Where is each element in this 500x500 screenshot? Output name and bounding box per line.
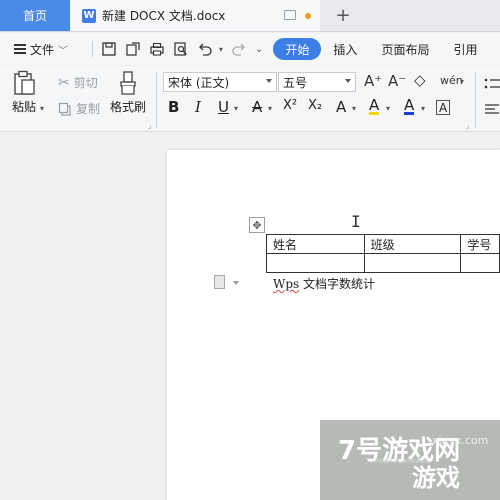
tab-page-layout[interactable]: 页面布局 [369, 38, 441, 60]
cut-button[interactable]: ✂ 剪切 [58, 74, 98, 91]
divider [92, 41, 93, 57]
table-cell[interactable]: 学号 [460, 234, 500, 254]
highlight-button[interactable]: A [369, 96, 380, 115]
unsaved-dot-icon [305, 13, 311, 19]
subscript-button[interactable]: X₂ [308, 98, 322, 113]
char-border-button[interactable]: A [436, 100, 451, 115]
scissors-icon: ✂ [58, 74, 70, 91]
wps-writer-window: 首页 W 新建 DOCX 文档.docx + 文件 ﹀ ▾ ⌄ 开始 插入 页面… [0, 0, 500, 500]
strikethrough-dropdown-icon[interactable]: ▾ [268, 104, 272, 113]
table-cell[interactable]: 班级 [363, 234, 462, 254]
underline-dropdown-icon[interactable]: ▾ [234, 104, 238, 113]
highlighter-icon: A [369, 96, 380, 115]
font-name-select[interactable]: 宋体 (正文) [163, 72, 277, 92]
chevron-down-icon: ﹀ [58, 45, 69, 57]
table-cell[interactable]: 姓名 [266, 234, 365, 254]
bullet-list-icon[interactable] [484, 76, 500, 95]
file-menu-label: 文件 [30, 42, 55, 57]
print-preview-icon[interactable] [171, 39, 191, 59]
table-row: 姓名 班级 学号 [266, 234, 500, 254]
paragraph-layout-icon[interactable] [214, 275, 225, 289]
menu-row: 文件 ﹀ ▾ ⌄ 开始 插入 页面布局 引用 [0, 33, 500, 65]
tab-insert[interactable]: 插入 [321, 38, 369, 60]
wps-writer-icon: W [82, 8, 96, 23]
paragraph-text: 文档字数统计 [299, 277, 376, 291]
new-tab-button[interactable]: + [328, 0, 358, 31]
table-row [266, 253, 500, 273]
tab-references[interactable]: 引用 [441, 38, 489, 60]
font-group-expand-icon[interactable]: ⌟ [466, 122, 469, 130]
table-move-handle-icon[interactable]: ✥ [249, 217, 265, 233]
hamburger-icon [14, 44, 26, 54]
ibeam-cursor-icon: I [351, 212, 361, 231]
font-name-value: 宋体 (正文) [168, 75, 230, 90]
text-effect-dropdown-icon[interactable]: ▾ [352, 104, 356, 113]
divider [156, 72, 157, 128]
document-title: 新建 DOCX 文档.docx [102, 9, 226, 23]
chevron-down-icon[interactable] [233, 281, 239, 285]
clear-format-button[interactable]: ◇ [414, 71, 426, 89]
export-icon[interactable] [123, 39, 143, 59]
paste-button[interactable]: 粘贴 [12, 70, 36, 115]
chevron-down-icon [266, 79, 272, 83]
copy-button[interactable]: 复制 [58, 100, 100, 117]
watermark-sub: 游戏 [412, 464, 460, 492]
quick-access-more-icon[interactable]: ⌄ [255, 44, 263, 55]
table-cell[interactable] [266, 253, 365, 273]
watermark-url: xiayx.com [432, 434, 489, 447]
tab-home[interactable]: 首页 [0, 0, 70, 31]
redo-icon[interactable] [229, 39, 249, 59]
shrink-font-button[interactable]: A⁻ [388, 72, 406, 90]
table-cell[interactable] [460, 253, 500, 273]
format-painter-label: 格式刷 [110, 100, 147, 114]
copy-icon [58, 102, 71, 116]
italic-button[interactable]: I [195, 98, 201, 116]
table-cell[interactable] [363, 253, 462, 273]
align-left-icon[interactable] [484, 102, 500, 121]
undo-dropdown-icon[interactable]: ▾ [219, 45, 223, 54]
watermark-logo: 7号游戏网 xiayx.com 7HAOYOUXIWANG 游戏 [320, 420, 500, 500]
save-icon[interactable] [99, 39, 119, 59]
highlight-dropdown-icon[interactable]: ▾ [386, 104, 390, 113]
copy-label: 复制 [76, 102, 101, 116]
strikethrough-button[interactable]: A [252, 98, 262, 116]
superscript-button[interactable]: X² [283, 98, 297, 113]
document-table[interactable]: 姓名 班级 学号 [266, 234, 500, 273]
spellcheck-word: Wps [273, 277, 300, 291]
font-color-dropdown-icon[interactable]: ▾ [421, 104, 425, 113]
body-paragraph[interactable]: Wps 文档字数统计 [273, 275, 375, 292]
tab-home-ribbon[interactable]: 开始 [273, 38, 322, 60]
divider [475, 72, 476, 128]
tab-document[interactable]: W 新建 DOCX 文档.docx [70, 0, 320, 31]
chevron-down-icon [345, 79, 351, 83]
grow-font-button[interactable]: A⁺ [364, 72, 382, 90]
file-menu-button[interactable]: 文件 ﹀ [0, 41, 88, 58]
font-size-value: 五号 [283, 75, 308, 90]
print-icon[interactable] [147, 39, 167, 59]
undo-icon[interactable] [195, 39, 215, 59]
clipboard-group-expand-icon[interactable]: ⌟ [148, 122, 151, 130]
font-color-icon: A [404, 96, 415, 115]
cut-label: 剪切 [73, 76, 98, 90]
pinyin-dropdown-icon[interactable]: ▾ [460, 77, 464, 86]
brush-icon [120, 71, 136, 95]
bold-button[interactable]: B [168, 98, 179, 116]
font-size-select[interactable]: 五号 [278, 72, 356, 92]
underline-button[interactable]: U [218, 98, 229, 116]
tab-bar: 首页 W 新建 DOCX 文档.docx + [0, 0, 500, 32]
clipboard-icon [14, 70, 35, 95]
font-color-button[interactable]: A [404, 96, 415, 115]
paste-dropdown-icon[interactable]: ▾ [40, 104, 44, 113]
monitor-icon[interactable] [284, 10, 296, 20]
format-painter-button[interactable]: 格式刷 [110, 70, 146, 115]
text-effect-button[interactable]: A [336, 98, 346, 116]
paste-label: 粘贴 [12, 100, 37, 114]
